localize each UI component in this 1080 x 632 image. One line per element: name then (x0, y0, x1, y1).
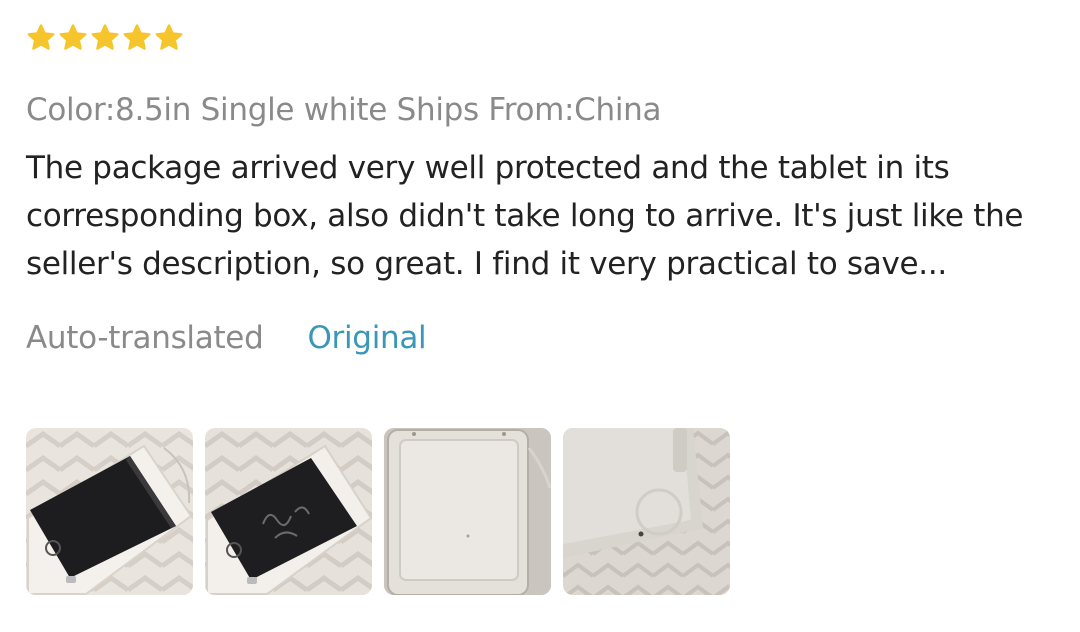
sku-info: Color:8.5in Single white Ships From:Chin… (26, 92, 662, 128)
star-rating (26, 20, 1056, 56)
review-photo-4[interactable] (563, 428, 730, 595)
photo-tablet-corner-closeup (563, 428, 730, 595)
review-photo-3[interactable] (384, 428, 551, 595)
photo-tablet-back-white (384, 428, 551, 595)
star-icon (154, 23, 184, 53)
star-icon (26, 23, 56, 53)
translation-toggle: Auto-translated Original (26, 318, 1056, 358)
review-card: Color:8.5in Single white Ships From:Chin… (26, 20, 1056, 358)
review-text: The package arrived very well protected … (26, 150, 1024, 282)
show-original-link[interactable]: Original (307, 318, 426, 358)
review-photos (26, 428, 730, 595)
star-icon (90, 23, 120, 53)
photo-tablet-dark-screen (26, 428, 193, 595)
review-photo-2[interactable] (205, 428, 372, 595)
auto-translated-label: Auto-translated (26, 320, 264, 356)
star-icon (122, 23, 152, 53)
review-photo-1[interactable] (26, 428, 193, 595)
photo-tablet-written-screen (205, 428, 372, 595)
star-icon (58, 23, 88, 53)
